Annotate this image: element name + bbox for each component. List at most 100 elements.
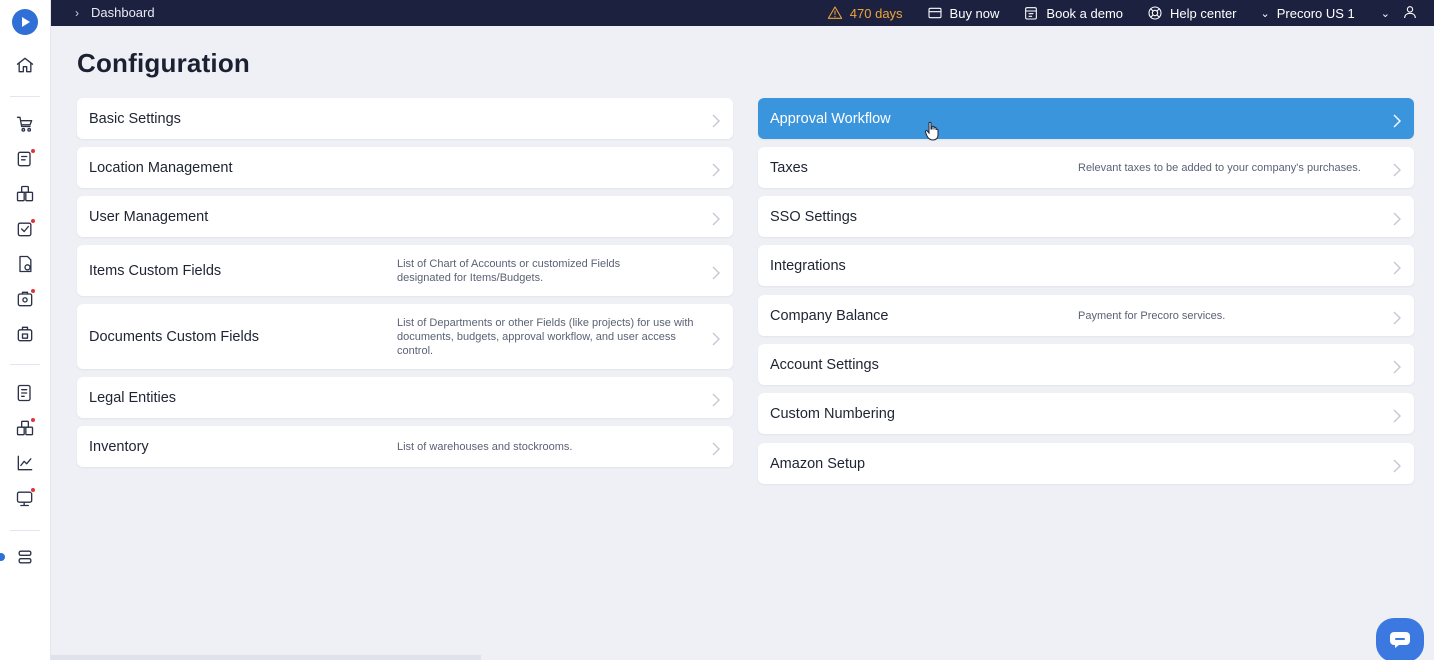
breadcrumb: › Dashboard [75,5,155,20]
chat-icon [1390,632,1410,648]
precoro-logo[interactable] [12,9,38,35]
top-bar: › Dashboard 470 days Buy now Book a demo… [51,0,1434,26]
taxes-card[interactable]: Taxes Relevant taxes to be added to your… [758,147,1414,188]
hand-cursor-icon [924,121,939,141]
configuration-icon[interactable] [14,546,36,568]
card-label: Items Custom Fields [89,262,222,279]
chevron-right-icon [1392,409,1402,422]
lifebuoy-icon [1148,6,1162,20]
card-label: Inventory [89,438,149,455]
approvals-icon[interactable] [14,218,36,240]
help-center-button[interactable]: Help center [1147,5,1237,21]
breadcrumb-dashboard[interactable]: Dashboard [91,5,155,20]
notification-dot [30,218,36,224]
basic-settings-card[interactable]: Basic Settings [77,98,733,139]
chevron-right-icon [1392,459,1402,472]
budgets-icon[interactable] [14,382,36,404]
trial-days-indicator[interactable]: 470 days [827,5,903,21]
orders-icon[interactable] [14,183,36,205]
book-demo-label: Book a demo [1046,5,1124,21]
sidebar [0,0,51,660]
chevron-right-icon [711,332,721,345]
chevron-right-icon [711,114,721,127]
chevron-right-icon [1392,163,1402,176]
warehouse-icon[interactable] [14,323,36,345]
card-label: User Management [89,208,209,225]
inventory-card[interactable]: Inventory List of warehouses and stockro… [77,426,733,467]
chevron-right-icon [711,442,721,455]
custom-numbering-card[interactable]: Custom Numbering [758,393,1414,434]
book-demo-button[interactable]: Book a demo [1023,5,1123,21]
amazon-setup-card[interactable]: Amazon Setup [758,443,1414,484]
card-label: Custom Numbering [770,405,895,422]
calendar-icon [1025,7,1038,20]
card-label: Account Settings [770,356,879,373]
card-description: Payment for Precoro services. [1078,309,1226,322]
location-management-card[interactable]: Location Management [77,147,733,188]
card-label: Integrations [770,257,846,274]
notification-dot [30,487,36,493]
sso-settings-card[interactable]: SSO Settings [758,196,1414,237]
invoices-icon[interactable] [14,253,36,275]
suppliers-icon[interactable] [14,417,36,439]
account-settings-card[interactable]: Account Settings [758,344,1414,385]
horizontal-scrollbar[interactable] [51,655,481,660]
card-label: Taxes [770,159,808,176]
chevron-right-icon [1392,261,1402,274]
card-label: Location Management [89,159,233,176]
user-menu-chevron-icon[interactable]: ⌄ [1381,7,1390,20]
chevron-right-icon [1392,212,1402,225]
card-label: Basic Settings [89,110,181,127]
card-label: Documents Custom Fields [89,328,260,345]
card-label: Amazon Setup [770,455,866,472]
payments-icon[interactable] [14,487,36,509]
warning-icon [827,6,842,19]
notification-dot [30,288,36,294]
legal-entities-card[interactable]: Legal Entities [77,377,733,418]
requests-icon[interactable] [14,148,36,170]
card-description: List of Departments or other Fields (lik… [397,316,694,357]
chevron-right-icon [711,212,721,225]
chevron-right-icon: › [75,5,79,20]
chevron-right-icon [711,393,721,406]
card-description: Relevant taxes to be added to your compa… [1078,161,1361,174]
page-title: Configuration [77,48,251,78]
approval-workflow-card[interactable]: Approval Workflow [758,98,1414,139]
buy-now-button[interactable]: Buy now [927,5,1000,21]
chevron-right-icon [1392,360,1402,373]
notification-dot [30,417,36,423]
chat-support-button[interactable] [1376,618,1424,660]
chevron-right-icon [1392,114,1402,127]
card-label: Approval Workflow [770,110,891,127]
home-icon[interactable] [14,54,36,76]
play-logo-icon [22,17,30,27]
documents-custom-fields-card[interactable]: Documents Custom Fields List of Departme… [77,304,733,369]
user-icon[interactable] [1402,4,1418,23]
top-actions: 470 days Buy now Book a demo Help center… [803,4,1418,22]
sidebar-divider [10,530,40,531]
company-balance-card[interactable]: Company Balance Payment for Precoro serv… [758,295,1414,336]
card-label: Legal Entities [89,389,177,406]
chevron-right-icon [711,163,721,176]
sidebar-expand-handle[interactable] [0,553,5,561]
company-name: Precoro US 1 [1276,5,1355,21]
integrations-card[interactable]: Integrations [758,245,1414,286]
card-label: SSO Settings [770,208,858,225]
buy-now-label: Buy now [949,5,1000,21]
analytics-icon[interactable] [14,452,36,474]
user-management-card[interactable]: User Management [77,196,733,237]
company-switcher[interactable]: ⌄ Precoro US 1 [1261,6,1355,21]
card-description: List of warehouses and stockrooms. [397,440,573,453]
sidebar-divider [10,96,40,97]
card-description: List of Chart of Accounts or customized … [397,257,621,284]
help-center-label: Help center [1170,5,1237,21]
chevron-right-icon [1392,311,1402,324]
card-label: Company Balance [770,307,889,324]
receipts-icon[interactable] [14,288,36,310]
days-left-text: 470 days [849,5,903,21]
card-icon [928,7,942,19]
sidebar-divider [10,364,40,365]
items-custom-fields-card[interactable]: Items Custom Fields List of Chart of Acc… [77,245,733,296]
cart-icon[interactable] [14,113,36,135]
chevron-down-icon: ⌄ [1260,7,1270,20]
